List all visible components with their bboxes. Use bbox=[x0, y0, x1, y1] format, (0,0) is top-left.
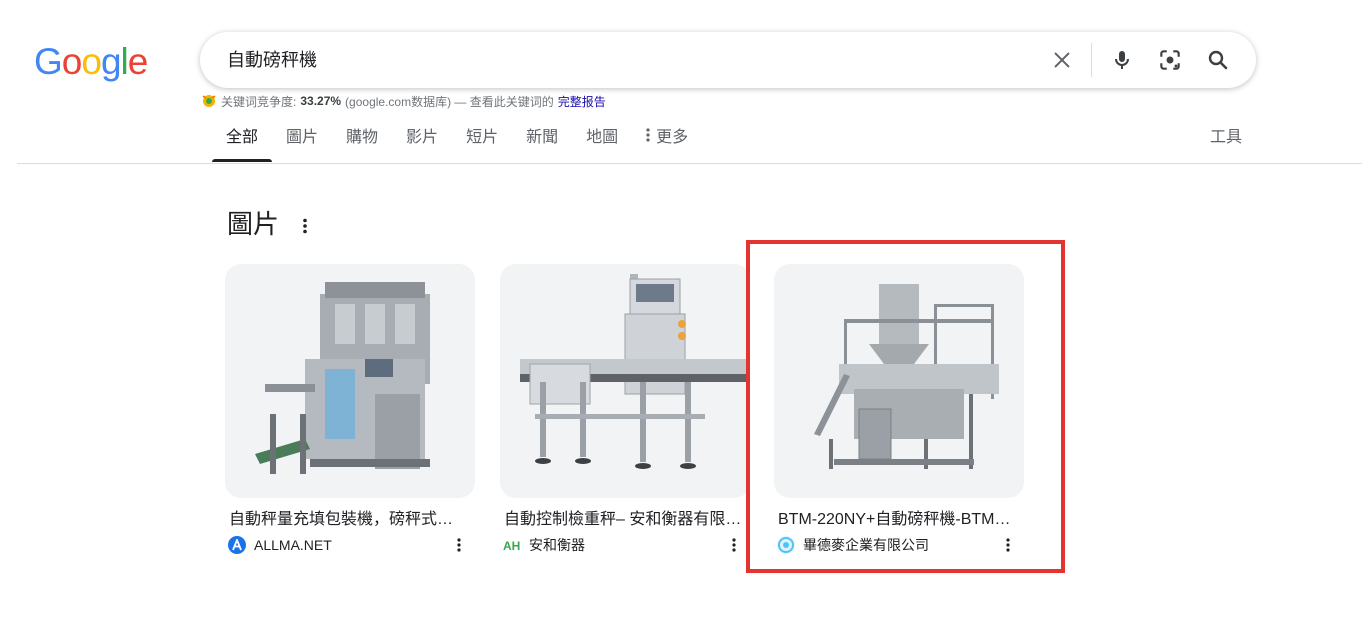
tab-more[interactable]: 更多 bbox=[632, 118, 702, 162]
logo-letter: o bbox=[81, 41, 102, 82]
product-image[interactable] bbox=[225, 264, 475, 498]
anhe-icon: AH bbox=[503, 536, 521, 554]
tab-news[interactable]: 新聞 bbox=[512, 118, 572, 162]
mic-icon[interactable] bbox=[1108, 46, 1136, 74]
product-image[interactable] bbox=[500, 264, 750, 498]
search-tabs: 全部 圖片 購物 影片 短片 新聞 地圖 更多 bbox=[212, 118, 702, 162]
logo-letter: G bbox=[34, 41, 63, 82]
keyword-competition-bar: 关键词竞争度: 33.27% (google.com数据库) — 查看此关键词的… bbox=[201, 92, 606, 110]
full-report-link[interactable]: 完整报告 bbox=[558, 93, 606, 110]
tab-more-label: 更多 bbox=[656, 129, 689, 147]
tabs-divider bbox=[17, 163, 1362, 164]
tools-button[interactable]: 工具 bbox=[1210, 118, 1242, 158]
seo-extension-icon bbox=[201, 93, 217, 109]
tab-videos[interactable]: 影片 bbox=[392, 118, 452, 162]
card-more-icon[interactable] bbox=[451, 535, 467, 555]
search-input[interactable] bbox=[227, 32, 1007, 88]
logo-letter: g bbox=[100, 41, 122, 82]
images-section-title: 圖片 bbox=[227, 209, 280, 239]
svg-text:AH: AH bbox=[503, 539, 520, 552]
close-icon[interactable] bbox=[1048, 46, 1076, 74]
allma-icon bbox=[228, 536, 246, 554]
image-card-title[interactable]: 自動控制檢重秤– 安和衡器有限公司 bbox=[504, 510, 744, 530]
image-card[interactable]: 自動秤量充填包裝機，磅秤式包裝機 ALLMA.NET bbox=[225, 264, 475, 555]
more-vert-icon bbox=[646, 118, 650, 158]
image-card-source[interactable]: AH 安和衡器 bbox=[503, 535, 750, 555]
source-name: ALLMA.NET bbox=[254, 537, 332, 553]
search-box bbox=[200, 32, 1256, 88]
google-logo[interactable]: Google bbox=[34, 41, 149, 82]
highlight-box bbox=[746, 240, 1065, 573]
image-card-title[interactable]: 自動秤量充填包裝機，磅秤式包裝機 bbox=[229, 510, 469, 530]
tab-maps[interactable]: 地圖 bbox=[572, 118, 632, 162]
search-divider bbox=[1091, 43, 1092, 77]
image-card-source[interactable]: ALLMA.NET bbox=[228, 535, 475, 555]
tab-all[interactable]: 全部 bbox=[212, 118, 273, 162]
seo-value: 33.27% bbox=[300, 94, 342, 108]
card-more-icon[interactable] bbox=[726, 535, 742, 555]
search-icon[interactable] bbox=[1204, 46, 1232, 74]
source-name: 安和衡器 bbox=[529, 537, 585, 553]
seo-label: 关键词竞争度: bbox=[221, 94, 297, 109]
section-more-icon[interactable] bbox=[295, 214, 315, 238]
tab-shorts[interactable]: 短片 bbox=[452, 118, 512, 162]
logo-letter: e bbox=[127, 41, 149, 82]
tab-shopping[interactable]: 購物 bbox=[332, 118, 392, 162]
lens-icon[interactable] bbox=[1156, 46, 1184, 74]
image-card[interactable]: 自動控制檢重秤– 安和衡器有限公司 AH 安和衡器 bbox=[500, 264, 750, 555]
logo-letter: l bbox=[120, 41, 129, 82]
logo-letter: o bbox=[61, 41, 83, 82]
tab-images[interactable]: 圖片 bbox=[272, 118, 332, 162]
seo-source: (google.com数据库) — 查看此关键词的 bbox=[345, 94, 554, 109]
